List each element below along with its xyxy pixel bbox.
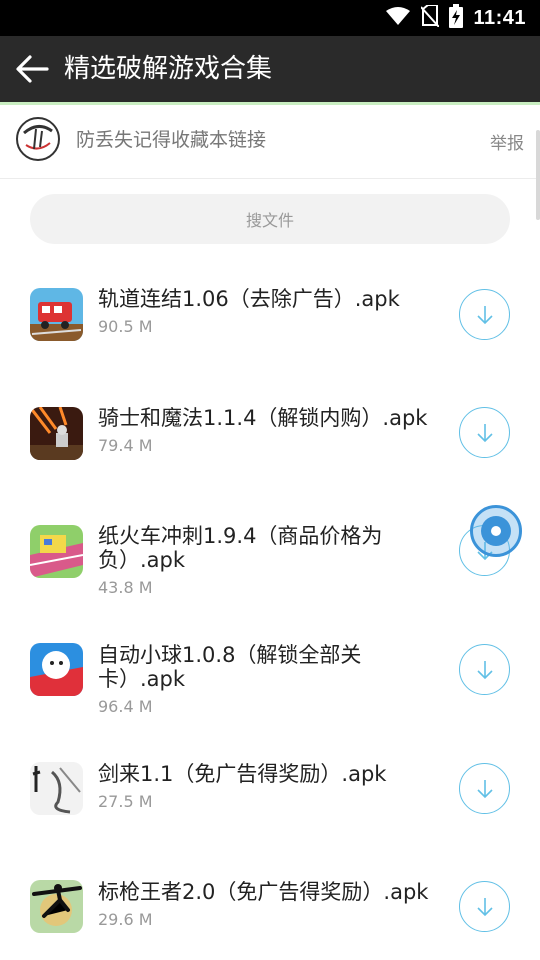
file-name: 自动小球1.0.8（解锁全部关卡）.apk [98, 643, 362, 691]
share-logo-icon [16, 117, 60, 161]
download-arrow-icon [476, 660, 493, 679]
sword-game-icon [30, 762, 83, 815]
file-size: 29.6 M [98, 910, 153, 929]
notice-banner: 防丢失记得收藏本链接 举报 [0, 105, 540, 179]
download-arrow-icon [476, 305, 493, 324]
file-name: 标枪王者2.0（免广告得奖励）.apk [98, 880, 429, 904]
toolbar: 精选破解游戏合集 [0, 36, 540, 102]
file-size: 79.4 M [98, 436, 153, 455]
train-game-icon [30, 288, 83, 341]
file-item[interactable]: 纸火车冲刺1.9.4（商品价格为负）.apk 43.8 M [0, 491, 540, 601]
download-arrow-icon [476, 897, 493, 916]
file-item[interactable]: 标枪王者2.0（免广告得奖励）.apk 29.6 M [0, 845, 540, 955]
ball-game-icon [30, 643, 83, 696]
download-arrow-icon [476, 423, 493, 442]
status-time: 11:41 [473, 6, 526, 29]
download-button[interactable] [459, 763, 510, 814]
file-size: 43.8 M [98, 578, 153, 597]
status-icons: 11:41 [385, 0, 526, 36]
file-item[interactable]: 轨道连结1.06（去除广告）.apk 90.5 M [0, 255, 540, 365]
download-button[interactable] [459, 644, 510, 695]
battery-charging-icon [449, 4, 464, 32]
download-button[interactable] [459, 407, 510, 458]
download-button[interactable] [459, 881, 510, 932]
file-item[interactable]: 骑士和魔法1.1.4（解锁内购）.apk 79.4 M [0, 373, 540, 483]
assist-dot-icon [481, 516, 511, 546]
download-button[interactable] [459, 289, 510, 340]
file-item[interactable]: 剑来1.1（免广告得奖励）.apk 27.5 M [0, 727, 540, 837]
file-item[interactable]: 自动小球1.0.8（解锁全部关卡）.apk 96.4 M [0, 609, 540, 719]
file-name: 轨道连结1.06（去除广告）.apk [98, 287, 400, 311]
file-name: 骑士和魔法1.1.4（解锁内购）.apk [98, 406, 428, 430]
notice-text: 防丢失记得收藏本链接 [76, 129, 267, 151]
file-size: 90.5 M [98, 317, 153, 336]
paper-train-game-icon [30, 525, 83, 578]
scrollbar[interactable] [536, 130, 540, 220]
wifi-icon [385, 6, 411, 30]
status-bar: 11:41 [0, 0, 540, 36]
back-arrow-icon [16, 55, 49, 83]
file-size: 27.5 M [98, 792, 153, 811]
floating-assist-button[interactable] [470, 505, 522, 557]
page-title: 精选破解游戏合集 [64, 54, 273, 84]
file-size: 96.4 M [98, 697, 153, 716]
download-arrow-icon [476, 779, 493, 798]
file-name: 剑来1.1（免广告得奖励）.apk [98, 762, 387, 786]
search-input[interactable]: 搜文件 [30, 194, 510, 244]
no-sim-icon [420, 4, 441, 31]
knight-game-icon [30, 407, 83, 460]
file-name: 纸火车冲刺1.9.4（商品价格为负）.apk [98, 524, 383, 572]
javelin-game-icon [30, 880, 83, 933]
report-button[interactable]: 举报 [490, 129, 524, 154]
back-button[interactable] [10, 47, 54, 91]
